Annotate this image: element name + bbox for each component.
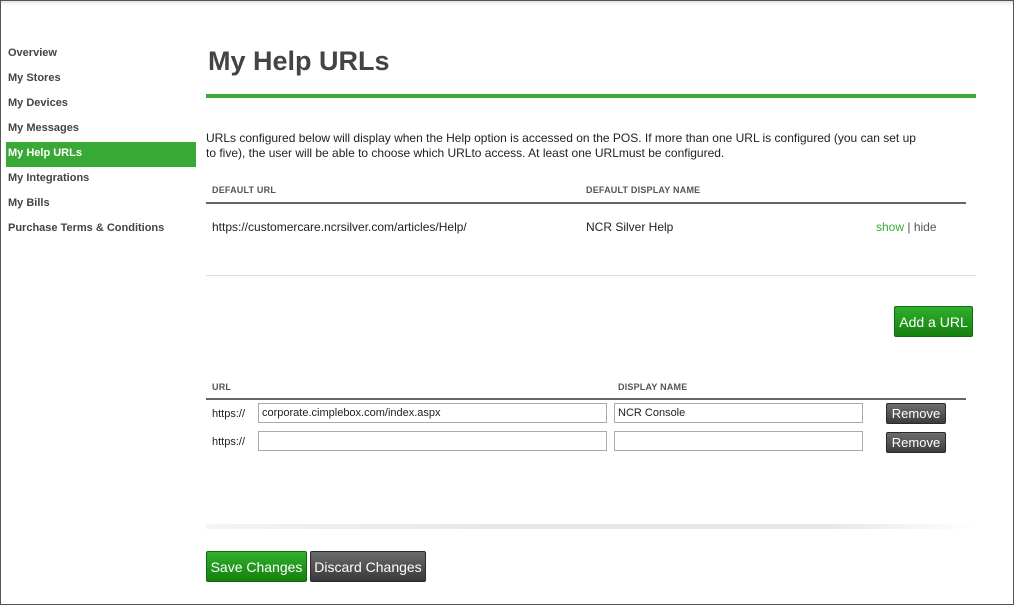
url-row-2-url-input[interactable] [258,431,607,451]
display-name-header: DISPLAY NAME [618,382,688,392]
url-row-2-name-input[interactable] [614,431,863,451]
sidebar-nav: Overview My Stores My Devices My Message… [6,42,196,242]
sidebar-item-overview[interactable]: Overview [6,42,196,67]
url-row-1-url-input[interactable] [258,403,607,423]
toggle-separator: | [907,220,911,234]
sidebar-item-purchase-terms[interactable]: Purchase Terms & Conditions [6,217,196,242]
sidebar-item-my-devices[interactable]: My Devices [6,92,196,117]
default-url-header: DEFAULT URL [212,185,277,195]
sidebar-item-my-help-urls[interactable]: My Help URLs [6,142,196,167]
default-display-name-value: NCR Silver Help [586,220,674,234]
intro-text: URLs configured below will display when … [206,131,916,160]
top-shadow [1,1,1013,5]
default-display-name-header: DEFAULT DISPLAY NAME [586,185,701,195]
page-title: My Help URLs [208,46,390,76]
sidebar-item-my-stores[interactable]: My Stores [6,67,196,92]
url-header: URL [212,382,232,392]
add-url-button[interactable]: Add a URL [894,306,973,337]
url-row-2-remove-button[interactable]: Remove [886,432,946,453]
url-row-1-prefix: https:// [212,408,246,420]
footer-divider [206,524,976,529]
hide-link[interactable]: hide [914,220,937,234]
title-underline [206,94,976,98]
default-table-header-rule [206,202,966,204]
discard-changes-button[interactable]: Discard Changes [310,551,426,582]
save-changes-button[interactable]: Save Changes [206,551,307,582]
default-url-value: https://customercare.ncrsilver.com/artic… [212,220,467,234]
sidebar-item-my-integrations[interactable]: My Integrations [6,167,196,192]
section-divider [206,275,976,276]
url-row-1-name-input[interactable] [614,403,863,423]
sidebar-item-my-messages[interactable]: My Messages [6,117,196,142]
show-link[interactable]: show [876,220,904,234]
url-row-2-prefix: https:// [212,436,246,448]
show-hide-toggle: show | hide [876,220,937,234]
sidebar-item-my-bills[interactable]: My Bills [6,192,196,217]
url-table-header-rule [206,398,966,400]
url-row-1-remove-button[interactable]: Remove [886,403,946,424]
